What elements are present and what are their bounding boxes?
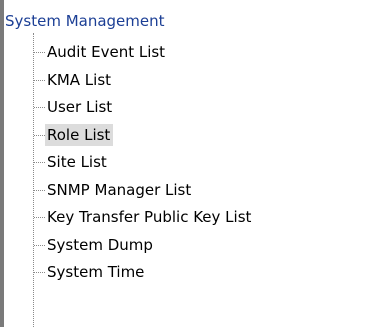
tree-item-label[interactable]: Role List — [45, 123, 114, 146]
tree-item-kma-list[interactable]: KMA List — [0, 68, 360, 96]
tree-item-system-time[interactable]: System Time — [0, 260, 360, 288]
tree-item-user-list[interactable]: User List — [0, 95, 360, 123]
tree-children: Audit Event List KMA List User List Role… — [0, 40, 360, 288]
tree-connector — [34, 272, 45, 273]
tree-connector — [34, 189, 45, 191]
tree-connector — [34, 162, 45, 163]
tree-item-label[interactable]: System Time — [45, 261, 147, 283]
tree-connector — [34, 244, 45, 246]
tree-connector — [34, 134, 45, 136]
tree-connector — [34, 107, 45, 108]
tree-node-system-management[interactable]: System Management — [5, 10, 165, 32]
tree-item-label[interactable]: Site List — [45, 151, 110, 173]
tree-item-label[interactable]: Key Transfer Public Key List — [45, 206, 254, 228]
tree-item-system-dump[interactable]: System Dump — [0, 233, 360, 261]
tree-item-role-list[interactable]: Role List — [0, 123, 360, 151]
tree-item-label[interactable]: KMA List — [45, 69, 114, 91]
tree-connector — [34, 52, 45, 53]
tree-item-label[interactable]: Audit Event List — [45, 41, 168, 63]
tree-connector — [34, 217, 45, 218]
tree-item-key-transfer-public-key-list[interactable]: Key Transfer Public Key List — [0, 205, 360, 233]
tree-item-label[interactable]: System Dump — [45, 234, 156, 256]
navigation-tree-panel: System Management Audit Event List KMA L… — [0, 0, 380, 327]
tree-item-label[interactable]: SNMP Manager List — [45, 179, 194, 201]
tree-item-site-list[interactable]: Site List — [0, 150, 360, 178]
tree-item-audit-event-list[interactable]: Audit Event List — [0, 40, 360, 68]
tree-connector — [34, 79, 45, 81]
tree-item-snmp-manager-list[interactable]: SNMP Manager List — [0, 178, 360, 206]
tree-item-label[interactable]: User List — [45, 96, 115, 118]
